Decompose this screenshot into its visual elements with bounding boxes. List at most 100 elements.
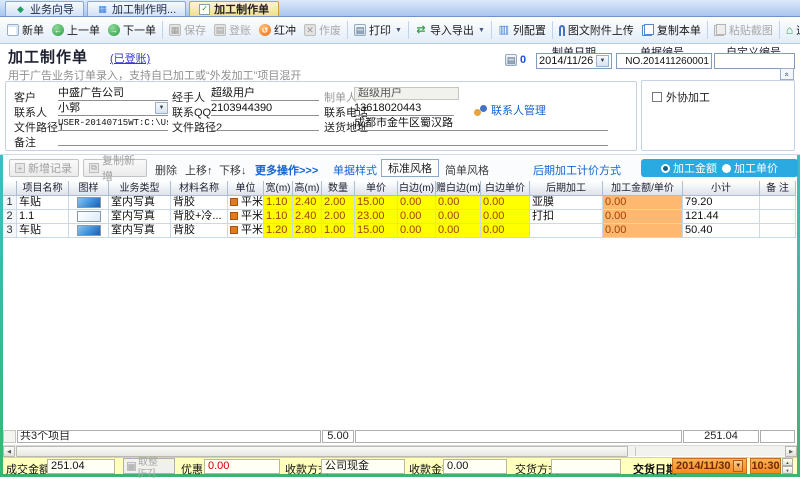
cell-subtotal[interactable]: 50.40 [683,224,760,238]
cell-material[interactable]: 背胶 [171,224,228,238]
spinner-up-button[interactable]: ▲ [782,458,793,466]
handler-field[interactable]: 超级用户 [211,87,319,101]
qq-field[interactable]: 2103944390 [211,102,319,116]
spinner-down-button[interactable]: ▼ [782,466,793,474]
cell-biz[interactable]: 室内写真 [109,224,171,238]
delivery-method-input[interactable] [551,459,621,474]
date-dropdown-button[interactable]: ▼ [596,55,609,67]
h-scrollbar[interactable]: ◀ ▶ [3,445,797,456]
cell-subtotal[interactable]: 79.20 [683,196,760,210]
delivery-date-dropdown[interactable]: 2014/11/30 ▼ [672,458,747,474]
row-selector[interactable]: 3 [3,224,17,238]
red-flush-button[interactable]: ↺ 红冲 [255,19,300,41]
cell-material[interactable]: 背胶 [171,196,228,210]
deal-amount-input[interactable]: 251.04 [47,459,115,474]
cell-post_amt[interactable]: 0.00 [603,210,683,224]
cell-price[interactable]: 15.00 [355,224,398,238]
standard-style-toggle[interactable]: 标准风格 [381,159,439,177]
cell-edge[interactable]: 0.00 [398,210,436,224]
contact-manager-link[interactable]: 联系人管理 [474,102,546,118]
cell-h[interactable]: 2.40 [293,210,322,224]
cell-subtotal[interactable]: 121.44 [683,210,760,224]
discount-input[interactable]: 0.00 [204,459,280,474]
pattern-thumbnail[interactable] [77,197,101,208]
cell-price[interactable]: 23.00 [355,210,398,224]
collapse-panel-button[interactable]: « [780,68,794,80]
contact-combobox[interactable]: 小郭 [58,102,168,116]
cell-name[interactable]: 车贴 [17,196,69,210]
customer-field[interactable]: 中盛广告公司 [58,87,168,101]
attachment-upload-button[interactable]: 图文附件上传 [555,19,638,41]
cell-biz[interactable]: 室内写真 [109,210,171,224]
print-button[interactable]: ▤ 打印 ▼ [350,19,406,41]
outsource-checkbox[interactable] [652,92,662,102]
delivery-time-input[interactable]: 10:30 [750,458,781,474]
pattern-thumbnail[interactable] [77,211,101,222]
registered-status-link[interactable]: (已登账) [110,50,150,66]
cell-h[interactable]: 2.80 [293,224,322,238]
delivery-address-field[interactable]: 成都市金牛区蜀汉路 [354,117,608,131]
cell-h[interactable]: 2.40 [293,196,322,210]
move-up-button[interactable]: 上移↑ [185,162,213,178]
row-selector[interactable]: 1 [3,196,17,210]
cell-material[interactable]: 背胶+冷... [171,210,228,224]
column-config-button[interactable]: ▥ 列配置 [494,19,550,41]
cell-gift_edge[interactable]: 0.00 [436,196,481,210]
remark-field[interactable] [58,132,608,146]
cell-name[interactable]: 1.1 [17,210,69,224]
cell-edge_price[interactable]: 0.00 [481,196,530,210]
cell-edge_price[interactable]: 0.00 [481,210,530,224]
next-order-button[interactable]: → 下一单 [104,19,160,41]
cell-w[interactable]: 1.10 [264,210,293,224]
pattern-thumbnail[interactable] [77,225,101,236]
cell-edge[interactable]: 0.00 [398,224,436,238]
cell-unit[interactable]: 平米 [228,224,264,238]
exit-button[interactable]: ⌂ 退出 [782,19,800,41]
chevron-down-icon[interactable]: ▼ [733,460,743,472]
cell-gift_edge[interactable]: 0.00 [436,224,481,238]
payment-method-input[interactable]: 公司现金 [321,459,405,474]
cell-remark[interactable] [760,210,796,224]
scroll-thumb[interactable] [16,446,628,457]
cell-biz[interactable]: 室内写真 [109,196,171,210]
copy-order-button[interactable]: 复制本单 [638,19,705,41]
tab-business-guide[interactable]: ◆ 业务向导 [5,1,84,16]
more-actions-link[interactable]: 更多操作>>> [255,162,318,178]
doc-style-link[interactable]: 单据样式 [333,162,377,178]
delete-row-button[interactable]: 删除 [155,162,177,178]
cell-post[interactable]: 亚膜 [530,196,603,210]
phone-field[interactable]: 13618020443 [354,102,454,116]
move-down-button[interactable]: 下移↓ [219,162,247,178]
contact-dropdown-button[interactable]: ▼ [155,102,168,114]
doc-number-input[interactable]: NO.201411260001 [616,53,712,69]
pricing-option-amount[interactable]: 加工金额 [661,160,717,176]
cell-post[interactable]: 打扣 [530,210,603,224]
cell-qty[interactable]: 2.00 [322,210,355,224]
filepath1-field[interactable]: USER-20140715WT:C:\Users [58,117,168,131]
cell-edge_price[interactable]: 0.00 [481,224,530,238]
cell-w[interactable]: 1.20 [264,224,293,238]
cell-gift_edge[interactable]: 0.00 [436,210,481,224]
cell-name[interactable]: 车贴 [17,224,69,238]
cell-unit[interactable]: 平米 [228,210,264,224]
tab-process-detail[interactable]: ▦ 加工制作明... [87,1,186,16]
received-amount-input[interactable]: 0.00 [443,459,507,474]
cell-img[interactable] [69,196,109,210]
cell-qty[interactable]: 1.00 [322,224,355,238]
pricing-option-unit-price[interactable]: 加工单价 [722,160,778,176]
new-order-button[interactable]: 新单 [3,19,48,41]
simple-style-toggle[interactable]: 简单风格 [445,162,489,178]
custom-number-input[interactable] [714,53,795,69]
scroll-left-button[interactable]: ◀ [3,446,15,457]
cell-qty[interactable]: 2.00 [322,196,355,210]
cell-remark[interactable] [760,224,796,238]
cell-unit[interactable]: 平米 [228,196,264,210]
prev-order-button[interactable]: ← 上一单 [48,19,104,41]
filepath2-field[interactable] [211,117,319,131]
outsource-option[interactable]: 外协加工 [652,89,710,105]
cell-post_amt[interactable]: 0.00 [603,224,683,238]
scroll-right-button[interactable]: ▶ [785,446,797,457]
import-export-button[interactable]: ⇄ 导入导出 ▼ [411,19,489,41]
cell-img[interactable] [69,210,109,224]
row-selector[interactable]: 2 [3,210,17,224]
